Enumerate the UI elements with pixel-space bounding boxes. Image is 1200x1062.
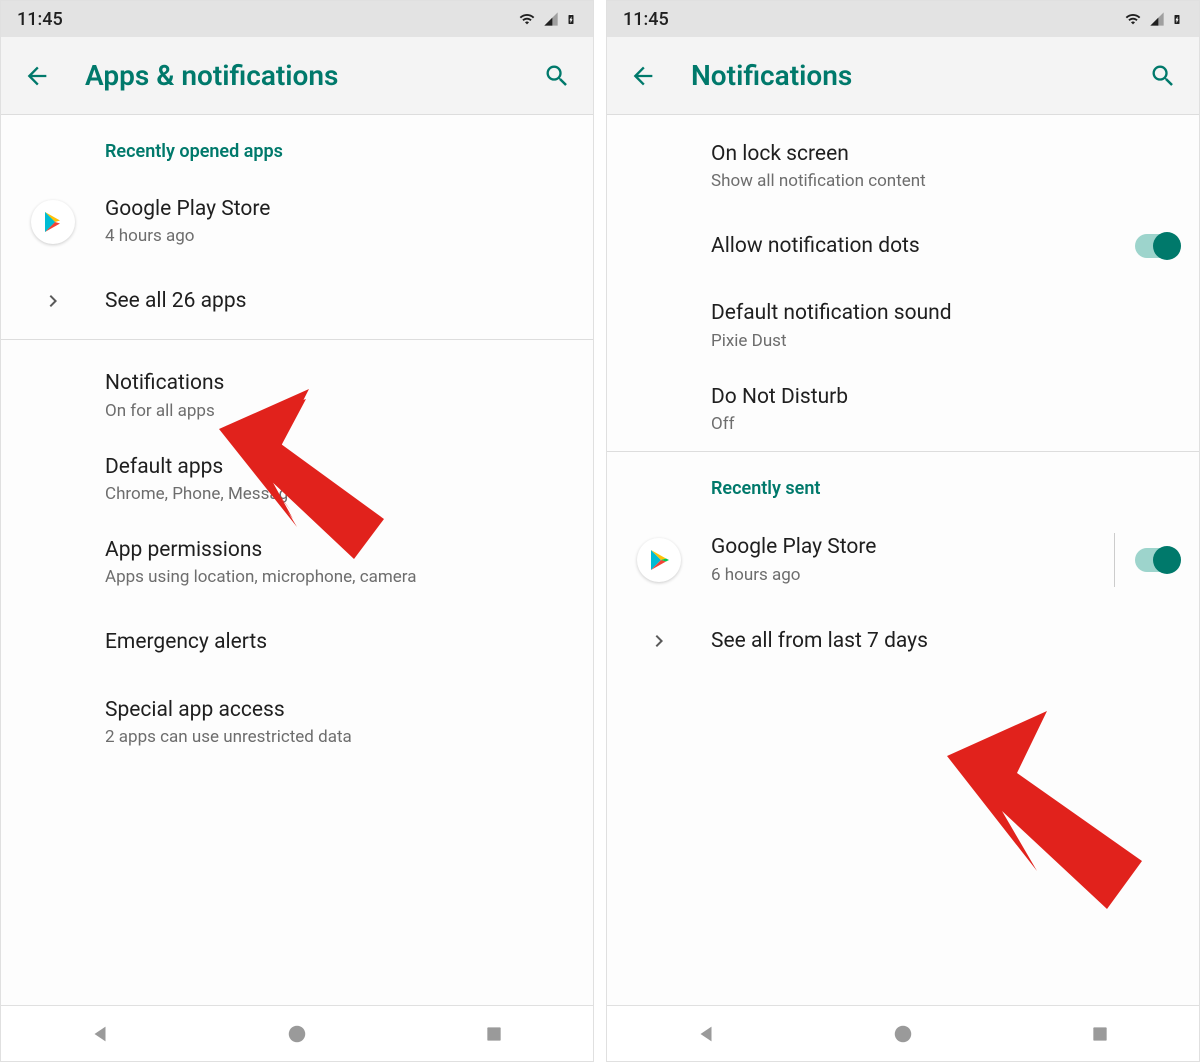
item-sub: Pixie Dust: [711, 330, 1179, 352]
item-title: Emergency alerts: [105, 629, 573, 656]
item-notification-dots[interactable]: Allow notification dots: [607, 208, 1199, 284]
battery-charging-icon: [565, 10, 577, 28]
app-icon-play-store: [631, 538, 687, 582]
status-bar: 11:45: [607, 1, 1199, 37]
triangle-back-icon: [695, 1023, 717, 1045]
item-title: Default apps: [105, 454, 573, 481]
item-title: Allow notification dots: [711, 233, 1135, 260]
recent-app-name: Google Play Store: [711, 534, 1106, 561]
circle-home-icon: [892, 1023, 914, 1045]
item-sub: On for all apps: [105, 400, 573, 422]
square-recent-icon: [1090, 1024, 1110, 1044]
page-title: Apps & notifications: [57, 59, 537, 92]
circle-home-icon: [286, 1023, 308, 1045]
item-title: Special app access: [105, 697, 573, 724]
triangle-back-icon: [89, 1023, 111, 1045]
switch-app-notifications[interactable]: [1135, 548, 1179, 572]
nav-home[interactable]: [885, 1016, 921, 1052]
recent-app-item[interactable]: Google Play Store 4 hours ago: [1, 180, 593, 263]
recent-app-sub: 4 hours ago: [105, 225, 573, 247]
item-sub: Chrome, Phone, Messages: [105, 483, 573, 505]
arrow-back-icon: [23, 62, 51, 90]
item-emergency-alerts[interactable]: Emergency alerts: [1, 605, 593, 681]
vertical-divider: [1114, 533, 1116, 587]
item-default-apps[interactable]: Default apps Chrome, Phone, Messages: [1, 438, 593, 521]
item-title: On lock screen: [711, 141, 1179, 168]
item-title: Default notification sound: [711, 300, 1179, 327]
signal-icon: [543, 11, 559, 27]
nav-recent[interactable]: [476, 1016, 512, 1052]
signal-icon: [1149, 11, 1165, 27]
status-icons: [1123, 10, 1183, 28]
nav-back[interactable]: [82, 1016, 118, 1052]
phone-right: 11:45 Notifications On lock screen Show …: [606, 0, 1200, 1062]
back-button[interactable]: [17, 56, 57, 96]
item-sub: Apps using location, microphone, camera: [105, 566, 573, 588]
item-title: App permissions: [105, 537, 573, 564]
play-store-icon: [647, 548, 671, 572]
item-default-sound[interactable]: Default notification sound Pixie Dust: [607, 284, 1199, 367]
item-sub: Off: [711, 413, 1179, 435]
search-button[interactable]: [1143, 56, 1183, 96]
nav-bar: [607, 1005, 1199, 1061]
search-button[interactable]: [537, 56, 577, 96]
phone-left: 11:45 Apps & notifications Recently open…: [0, 0, 594, 1062]
recent-sent-app[interactable]: Google Play Store 6 hours ago: [607, 517, 1199, 603]
wifi-icon: [1123, 11, 1143, 27]
app-bar: Apps & notifications: [1, 37, 593, 115]
wifi-icon: [517, 11, 537, 27]
switch-notification-dots[interactable]: [1135, 234, 1179, 258]
chevron-right-icon: [25, 279, 81, 323]
status-time: 11:45: [17, 9, 63, 30]
item-sub: Show all notification content: [711, 170, 1179, 192]
item-notifications[interactable]: Notifications On for all apps: [1, 354, 593, 437]
app-bar: Notifications: [607, 37, 1199, 115]
section-header-recently-sent: Recently sent: [607, 452, 1199, 517]
see-all-label: See all 26 apps: [105, 288, 573, 315]
search-icon: [543, 62, 571, 90]
back-button[interactable]: [623, 56, 663, 96]
content: Recently opened apps Google Play Store 4…: [1, 115, 593, 1005]
nav-home[interactable]: [279, 1016, 315, 1052]
nav-bar: [1, 1005, 593, 1061]
item-title: Do Not Disturb: [711, 384, 1179, 411]
square-recent-icon: [484, 1024, 504, 1044]
see-all-apps[interactable]: See all 26 apps: [1, 263, 593, 339]
search-icon: [1149, 62, 1177, 90]
section-header-recent-apps: Recently opened apps: [1, 115, 593, 180]
battery-charging-icon: [1171, 10, 1183, 28]
status-icons: [517, 10, 577, 28]
page-title: Notifications: [663, 59, 1143, 92]
item-lock-screen[interactable]: On lock screen Show all notification con…: [607, 115, 1199, 208]
status-time: 11:45: [623, 9, 669, 30]
item-special-app-access[interactable]: Special app access 2 apps can use unrest…: [1, 681, 593, 764]
play-store-icon: [41, 210, 65, 234]
app-icon-play-store: [25, 200, 81, 244]
content: On lock screen Show all notification con…: [607, 115, 1199, 1005]
see-all-label: See all from last 7 days: [711, 628, 1179, 655]
item-app-permissions[interactable]: App permissions Apps using location, mic…: [1, 521, 593, 604]
recent-app-name: Google Play Store: [105, 196, 573, 223]
nav-back[interactable]: [688, 1016, 724, 1052]
status-bar: 11:45: [1, 1, 593, 37]
arrow-back-icon: [629, 62, 657, 90]
recent-app-sub: 6 hours ago: [711, 564, 1106, 586]
item-sub: 2 apps can use unrestricted data: [105, 726, 573, 748]
nav-recent[interactable]: [1082, 1016, 1118, 1052]
chevron-right-icon: [631, 619, 687, 663]
see-all-history[interactable]: See all from last 7 days: [607, 603, 1199, 679]
item-do-not-disturb[interactable]: Do Not Disturb Off: [607, 368, 1199, 451]
item-title: Notifications: [105, 370, 573, 397]
